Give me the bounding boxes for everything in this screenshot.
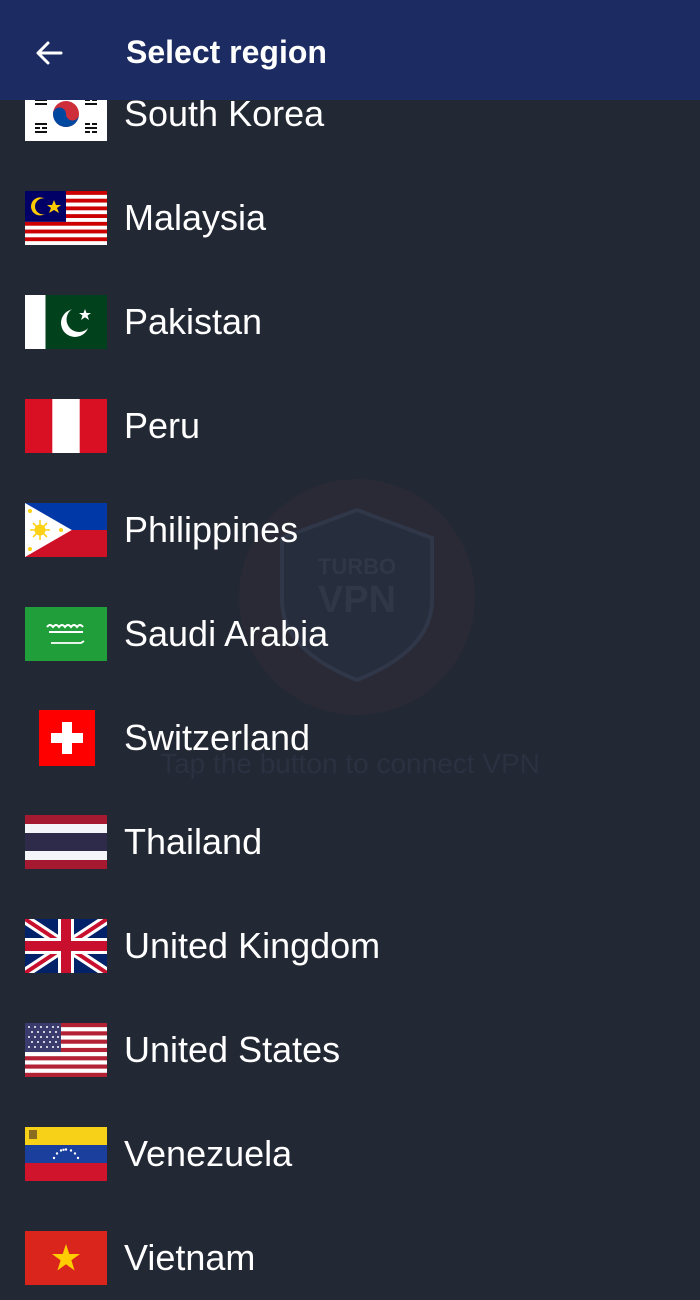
thailand-flag-icon	[25, 815, 107, 869]
philippines-flag-icon	[25, 503, 107, 557]
south-korea-flag-icon	[25, 100, 107, 141]
region-item-switzerland[interactable]: Switzerland	[0, 686, 700, 790]
arrow-left-icon	[36, 41, 63, 65]
region-label: Vietnam	[124, 1237, 256, 1278]
region-list[interactable]: South Korea Malaysia Pakistan Peru Phili…	[0, 100, 700, 1300]
region-label: Saudi Arabia	[124, 613, 329, 654]
switzerland-flag-icon	[39, 710, 95, 766]
region-item-saudi-arabia[interactable]: Saudi Arabia	[0, 582, 700, 686]
region-label: United Kingdom	[124, 925, 381, 966]
region-label: Switzerland	[124, 717, 311, 758]
region-label: Peru	[124, 405, 201, 446]
region-item-united-kingdom[interactable]: United Kingdom	[0, 894, 700, 998]
app-header: Select region	[0, 0, 700, 100]
united-kingdom-flag-icon	[25, 919, 107, 973]
region-item-pakistan[interactable]: Pakistan	[0, 270, 700, 374]
region-label: South Korea	[124, 100, 325, 134]
region-label: Venezuela	[124, 1133, 293, 1174]
region-item-vietnam[interactable]: Vietnam	[0, 1206, 700, 1300]
pakistan-flag-icon	[25, 295, 107, 349]
region-label: Thailand	[124, 821, 263, 862]
region-item-united-states[interactable]: United States	[0, 998, 700, 1102]
malaysia-flag-icon	[25, 191, 107, 245]
peru-flag-icon	[25, 399, 107, 453]
region-item-malaysia[interactable]: Malaysia	[0, 166, 700, 270]
venezuela-flag-icon	[25, 1127, 107, 1181]
region-label: United States	[124, 1029, 341, 1070]
region-label: Philippines	[124, 509, 299, 550]
back-button[interactable]	[26, 30, 72, 76]
region-label: Malaysia	[124, 197, 267, 238]
page-title: Select region	[126, 34, 327, 70]
region-item-peru[interactable]: Peru	[0, 374, 700, 478]
region-item-venezuela[interactable]: Venezuela	[0, 1102, 700, 1206]
region-label: Pakistan	[124, 301, 263, 342]
vietnam-flag-icon	[25, 1231, 107, 1285]
region-item-south-korea[interactable]: South Korea	[0, 100, 700, 166]
saudi-arabia-flag-icon	[25, 607, 107, 661]
region-item-philippines[interactable]: Philippines	[0, 478, 700, 582]
united-states-flag-icon	[25, 1023, 107, 1077]
region-item-thailand[interactable]: Thailand	[0, 790, 700, 894]
